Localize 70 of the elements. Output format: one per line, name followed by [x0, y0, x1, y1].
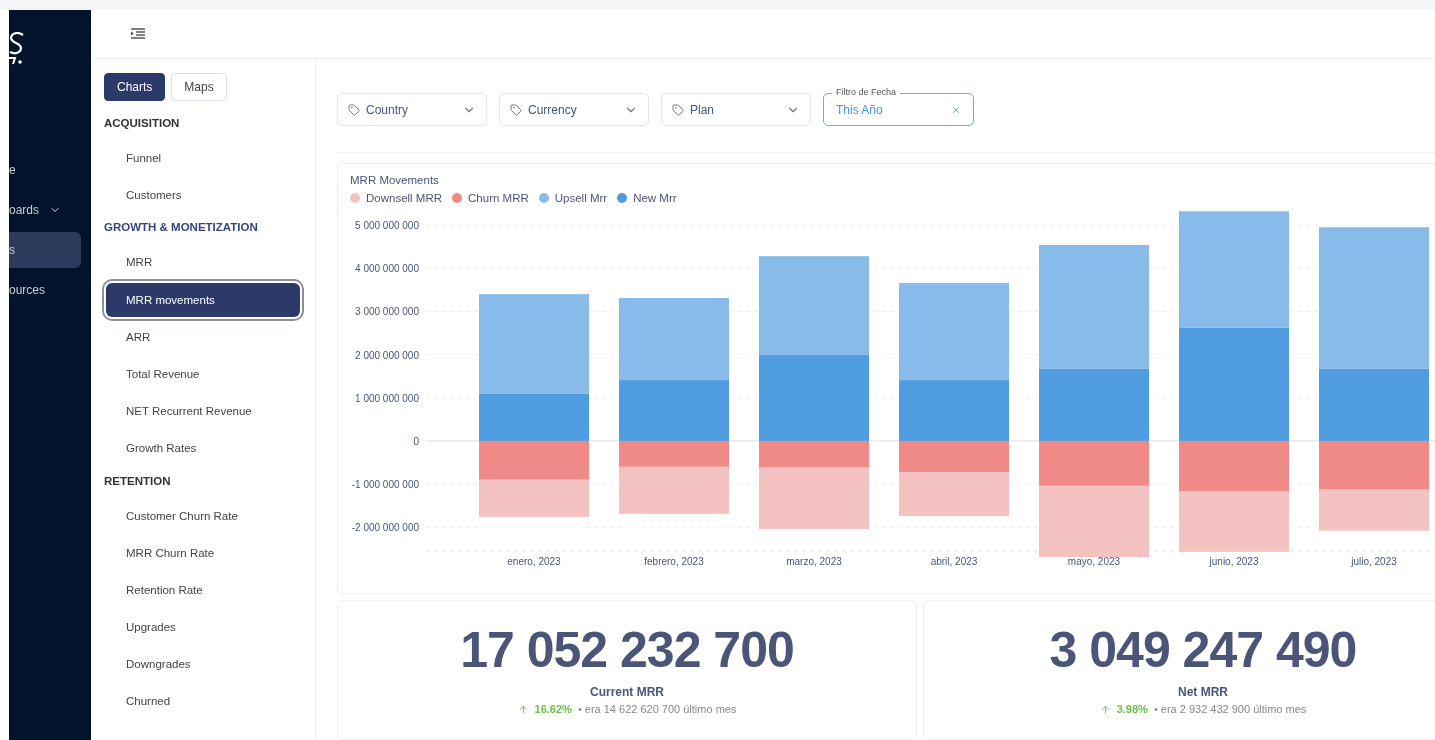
- nav-item[interactable]: Customer Churn Rate: [106, 498, 300, 533]
- nav-item[interactable]: Customers: [106, 178, 300, 213]
- close-icon[interactable]: [951, 104, 961, 115]
- axis-label: junio, 2023: [1209, 556, 1259, 567]
- sidebar-item[interactable]: oards: [9, 192, 81, 228]
- field-value: This Año: [836, 102, 883, 117]
- nav-item[interactable]: Growth Rates: [106, 431, 300, 466]
- nav-item[interactable]: Downgrades: [106, 647, 300, 682]
- filter-dropdown[interactable]: Currency: [499, 93, 649, 126]
- up-arrow-icon: [517, 703, 529, 715]
- axis-label: 0: [413, 435, 419, 447]
- change-percent: 3.98%: [1116, 703, 1148, 715]
- change-percent: 16.62%: [534, 703, 572, 715]
- filter-dropdown[interactable]: Plan: [661, 93, 811, 126]
- axis-label: julio, 2023: [1351, 556, 1397, 567]
- chart-title: MRR Movements: [350, 174, 440, 186]
- nav-item[interactable]: ARR: [106, 319, 300, 354]
- axis-label: -1 000 000 000: [351, 479, 419, 491]
- nav-item[interactable]: Retention Rate: [106, 572, 300, 607]
- legend-label: Upsell Mrr: [554, 192, 608, 204]
- sidebar-item[interactable]: s: [9, 232, 81, 268]
- sidebar-label: oards: [9, 203, 40, 217]
- axis-label: febrero, 2023: [644, 556, 704, 567]
- sidebar-item[interactable]: e: [9, 152, 81, 188]
- stat-label: Net MRR: [1178, 685, 1228, 699]
- filter-dropdown[interactable]: Country: [337, 93, 487, 126]
- axis-label: 2 000 000 000: [355, 349, 419, 361]
- tag-icon: [672, 103, 684, 116]
- axis-label: abril, 2023: [930, 556, 978, 567]
- nav-item[interactable]: Upgrades: [106, 610, 300, 645]
- up-arrow-icon: [1099, 703, 1111, 715]
- section-title: ACQUISITION: [104, 116, 181, 131]
- filter-label: Currency: [528, 102, 578, 117]
- tab[interactable]: Maps: [171, 73, 227, 101]
- axis-label: 3 000 000 000: [355, 306, 419, 318]
- sidebar-item[interactable]: ources: [9, 272, 81, 308]
- tag-icon: [348, 103, 360, 116]
- logo-icon: [9, 32, 25, 66]
- filter-label: Plan: [690, 102, 716, 117]
- nav-item[interactable]: MRR Churn Rate: [106, 535, 300, 570]
- section-title: GROWTH & MONETIZATION: [104, 220, 259, 236]
- axis-label: -2 000 000 000: [351, 522, 419, 534]
- tag-icon: [510, 103, 522, 116]
- section-title: RETENTION: [104, 473, 172, 489]
- nav-item[interactable]: NET Recurrent Revenue: [106, 394, 300, 429]
- sidebar-label: e: [9, 163, 16, 177]
- nav-item[interactable]: Churned: [106, 684, 300, 719]
- legend-label: New Mrr: [633, 192, 677, 204]
- axis-label: enero, 2023: [507, 556, 561, 567]
- axis-label: marzo, 2023: [786, 556, 842, 567]
- filter-label: Country: [366, 102, 410, 117]
- legend-label: Downsell MRR: [366, 192, 443, 204]
- comparison-text: • era 2 932 432 900 último mes: [1153, 703, 1307, 715]
- nav-item[interactable]: Funnel: [106, 141, 300, 175]
- sidebar-label: s: [9, 243, 15, 257]
- nav-item[interactable]: Total Revenue: [106, 356, 300, 391]
- sidebar-label: ources: [9, 283, 46, 297]
- stat-value: 17 052 232 700: [460, 621, 794, 679]
- axis-label: mayo, 2023: [1067, 556, 1121, 567]
- axis-label: 4 000 000 000: [355, 263, 419, 275]
- menu-icon[interactable]: [131, 28, 145, 40]
- stat-value: 3 049 247 490: [1049, 621, 1357, 679]
- legend-label: Churn MRR: [468, 192, 529, 204]
- comparison-text: • era 14 622 620 700 último mes: [577, 703, 737, 715]
- nav-item[interactable]: MRR: [106, 245, 300, 280]
- axis-label: 5 000 000 000: [355, 220, 419, 232]
- stat-label: Current MRR: [590, 685, 664, 699]
- tab[interactable]: Charts: [104, 73, 166, 101]
- field-legend: Filtro de Fecha: [832, 87, 901, 98]
- axis-label: 1 000 000 000: [355, 392, 419, 404]
